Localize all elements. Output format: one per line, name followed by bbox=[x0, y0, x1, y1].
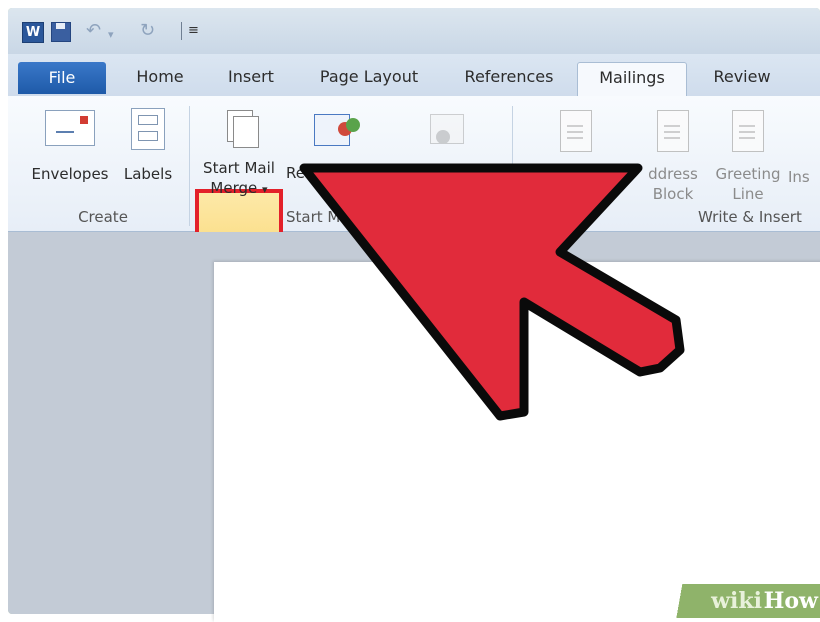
watermark-wiki: wiki bbox=[711, 588, 762, 614]
arrow-shape bbox=[299, 163, 685, 421]
pointer-arrow bbox=[299, 163, 685, 421]
watermark-how: How bbox=[763, 588, 818, 614]
wikihow-watermark: wiki How bbox=[660, 584, 820, 618]
